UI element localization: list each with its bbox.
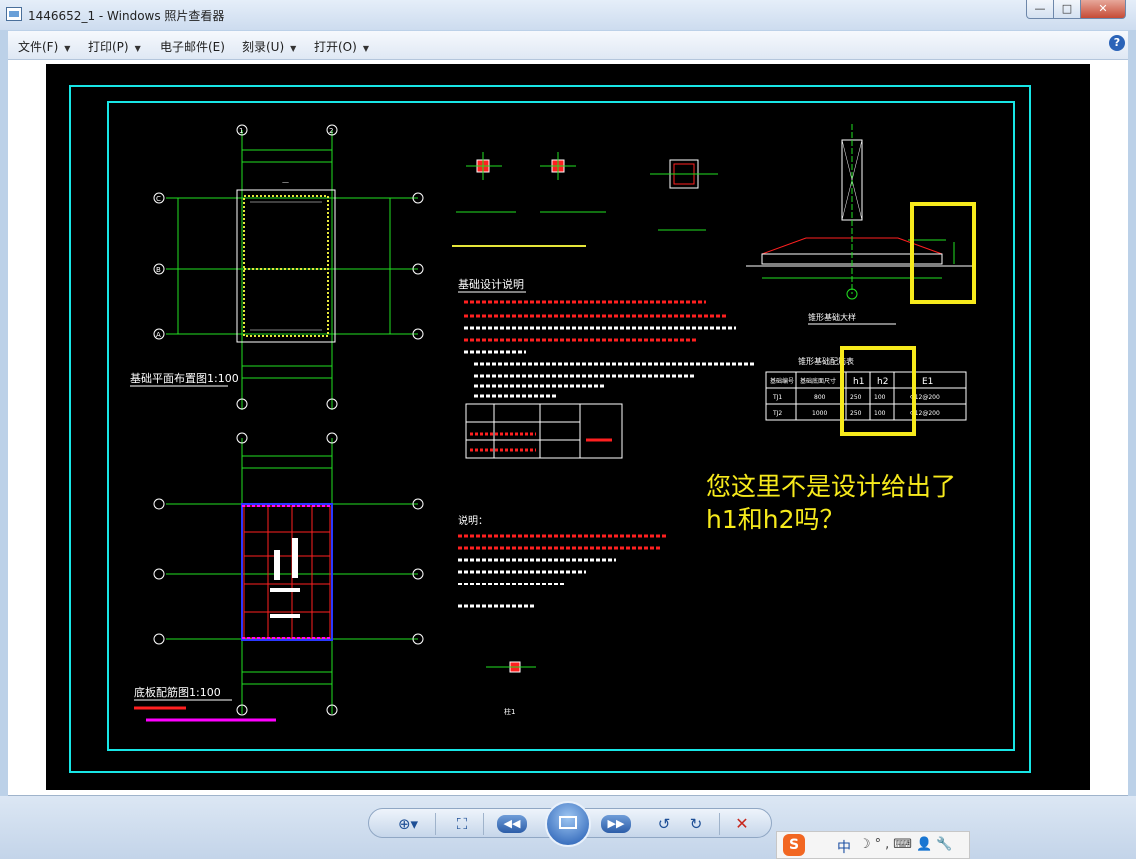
title-bar: 1446652_1 - Windows 照片查看器 — □ ✕ [0,0,1136,30]
cad-drawing-canvas: — 1 2 C B A 基础平面布置图1:100 底板配筋图1:100 锥形基础… [69,85,1031,773]
menu-burn-label: 刻录(U) [242,40,285,54]
menu-bar: 文件(F) ▼ 打印(P) ▼ 电子邮件(E) 刻录(U) ▼ 打开(O) ▼ ? [8,31,1128,60]
maximize-button[interactable]: □ [1053,0,1081,19]
minimize-button[interactable]: — [1026,0,1054,19]
axis-label-c: C [156,195,161,203]
close-button[interactable]: ✕ [1080,0,1126,19]
menu-print[interactable]: 打印(P) ▼ [88,38,141,55]
photo-viewer-icon [6,7,22,21]
table-cell: TJ2 [772,410,782,417]
foundation-plan: — 1 2 C B A 基础平面布置图1:100 [130,124,424,410]
annotation-comment: 您这里不是设计给出了 h1和h2吗？ [706,470,1006,536]
comment-line-1: 您这里不是设计给出了 [706,472,957,501]
zoom-icon[interactable]: ⊕▾ [393,815,423,833]
table-cell: 100 [874,410,886,417]
foundation-detail: 锥形基础大样 [746,124,976,325]
axis-label-2: 2 [329,127,333,135]
menu-open[interactable]: 打开(O) ▼ [314,38,369,55]
rotate-right-icon[interactable]: ↻ [685,815,707,833]
delete-icon[interactable]: ✕ [731,815,753,833]
table-header-h1: h1 [853,377,864,387]
menu-open-label: 打开(O) [314,40,357,54]
window-title: 1446652_1 - Windows 照片查看器 [28,9,225,23]
separator [719,813,720,835]
table-title: 锥形基础配筋表 [798,356,854,366]
table-cell: 1000 [812,410,827,417]
previous-button[interactable]: ◀◀ [497,815,527,833]
ime-tool-icons[interactable]: ☽°,⌨👤🔧 [859,837,956,852]
chevron-down-icon: ▼ [64,44,71,53]
cad-drawing-image: — 1 2 C B A 基础平面布置图1:100 底板配筋图1:100 锥形基础… [46,64,1090,790]
notes2-title: 说明： [458,514,488,527]
table-cell: 250 [850,410,862,417]
menu-burn[interactable]: 刻录(U) ▼ [242,38,296,55]
reinforcement-table: 锥形基础配筋表 基础编号 基础底面尺寸 h1 h2 E1 TJ1 800 250… [765,346,967,436]
slab-reinforcement-plan: 底板配筋图1:100 [134,432,424,722]
notes-title: 基础设计说明 [458,277,524,291]
table-header-id: 基础编号 [770,377,794,385]
chevron-down-icon: ▼ [134,44,141,53]
menu-file-label: 文件(F) [18,40,59,54]
column-section-details [452,152,718,247]
small-detail-label: 柱1 [504,707,515,716]
table-header-h2: h2 [877,377,888,387]
playback-controls: ⊕▾ ⛶ ◀◀ ▶▶ ↺ ↻ ✕ [368,801,772,847]
table-cell: 250 [850,394,862,401]
rotate-left-icon[interactable]: ↺ [653,815,675,833]
sogou-logo-icon[interactable]: S [783,834,805,856]
table-cell: 800 [814,394,826,401]
comment-line-2: h1和h2吗？ [706,505,845,534]
table-cell: 100 [874,394,886,401]
table-header-e1: E1 [922,377,933,387]
separator [483,813,484,835]
separator [435,813,436,835]
detail-title: 锥形基础大样 [808,312,856,322]
slideshow-button[interactable] [545,801,591,847]
axis-label-1: 1 [239,127,243,135]
chevron-down-icon: ▼ [362,44,369,53]
actual-size-icon[interactable]: ⛶ [451,815,473,833]
menu-print-label: 打印(P) [88,40,129,54]
highlight-box-detail [910,202,976,304]
table-header-size: 基础底面尺寸 [800,377,836,385]
ime-toolbar: S 中 ☽°,⌨👤🔧 [776,831,970,859]
menu-file[interactable]: 文件(F) ▼ [18,38,70,55]
image-viewport: — 1 2 C B A 基础平面布置图1:100 底板配筋图1:100 锥形基础… [8,60,1128,796]
menu-email[interactable]: 电子邮件(E) [160,38,225,55]
help-icon[interactable]: ? [1109,35,1125,51]
menu-email-label: 电子邮件(E) [160,40,225,54]
next-button[interactable]: ▶▶ [601,815,631,833]
axis-label-b: B [156,266,161,274]
plan-title-2: 底板配筋图1:100 [134,685,221,699]
svg-text:—: — [282,178,289,186]
table-cell: TJ1 [772,394,782,401]
ime-mode[interactable]: 中 [837,837,851,857]
axis-label-a: A [156,331,161,339]
plan-title-1: 基础平面布置图1:100 [130,372,239,385]
chevron-down-icon: ▼ [290,44,297,53]
outer-frame [69,85,1031,773]
